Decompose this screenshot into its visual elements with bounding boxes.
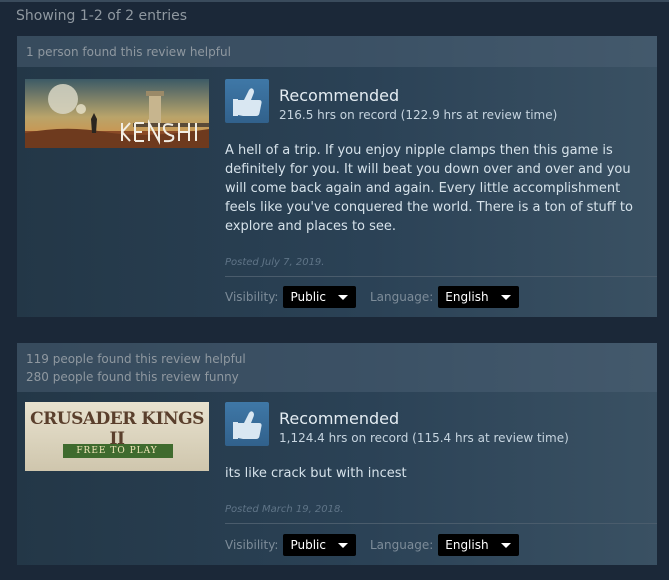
capsule-subtitle: FREE TO PLAY xyxy=(76,446,158,456)
visibility-value: Public xyxy=(290,290,326,304)
visibility-dropdown[interactable]: Public xyxy=(283,534,356,556)
caret-down-icon xyxy=(337,542,348,548)
caret-down-icon xyxy=(500,294,511,300)
review-controls: Visibility: Public Language: English xyxy=(225,286,519,308)
language-label: Language: xyxy=(369,290,434,304)
language-label: Language: xyxy=(369,538,434,552)
controls-divider xyxy=(225,523,657,524)
recommendation-title[interactable]: Recommended xyxy=(279,409,399,428)
posted-date: Posted March 19, 2018. xyxy=(225,504,344,515)
review-body: A hell of a trip. If you enjoy nipple cl… xyxy=(225,143,633,234)
entries-count: Showing 1-2 of 2 entries xyxy=(16,8,188,24)
language-dropdown[interactable]: English xyxy=(438,286,519,308)
review-card: 1 person found this review helpful Recom… xyxy=(17,36,657,317)
hours-on-record: 1,124.4 hrs on record (115.4 hrs at revi… xyxy=(279,431,569,445)
hours-on-record: 216.5 hrs on record (122.9 hrs at review… xyxy=(279,108,558,122)
review-card: 119 people found this review helpful 280… xyxy=(17,343,657,565)
helpful-count: 1 person found this review helpful xyxy=(26,45,231,59)
review-controls: Visibility: Public Language: English xyxy=(225,534,519,556)
helpful-summary: 119 people found this review helpful 280… xyxy=(17,343,657,392)
helpful-count: 119 people found this review helpful xyxy=(26,352,246,366)
thumbs-up-icon xyxy=(225,402,269,446)
recommendation-title[interactable]: Recommended xyxy=(279,86,399,105)
caret-down-icon xyxy=(500,542,511,548)
language-value: English xyxy=(445,290,489,304)
caret-down-icon xyxy=(337,294,348,300)
top-divider xyxy=(0,0,669,2)
posted-date: Posted July 7, 2019. xyxy=(225,257,325,268)
funny-count: 280 people found this review funny xyxy=(26,370,239,384)
thumbs-up-icon xyxy=(225,79,269,123)
language-value: English xyxy=(445,538,489,552)
visibility-label: Visibility: xyxy=(225,538,279,552)
helpful-summary: 1 person found this review helpful xyxy=(17,36,657,67)
controls-divider xyxy=(225,276,657,277)
visibility-value: Public xyxy=(290,538,326,552)
review-body: its like crack but with incest xyxy=(225,466,407,481)
language-dropdown[interactable]: English xyxy=(438,534,519,556)
visibility-dropdown[interactable]: Public xyxy=(283,286,356,308)
game-capsule-kenshi[interactable] xyxy=(25,79,209,148)
visibility-label: Visibility: xyxy=(225,290,279,304)
capsule-title: CRUSADER KINGS II xyxy=(30,409,204,449)
